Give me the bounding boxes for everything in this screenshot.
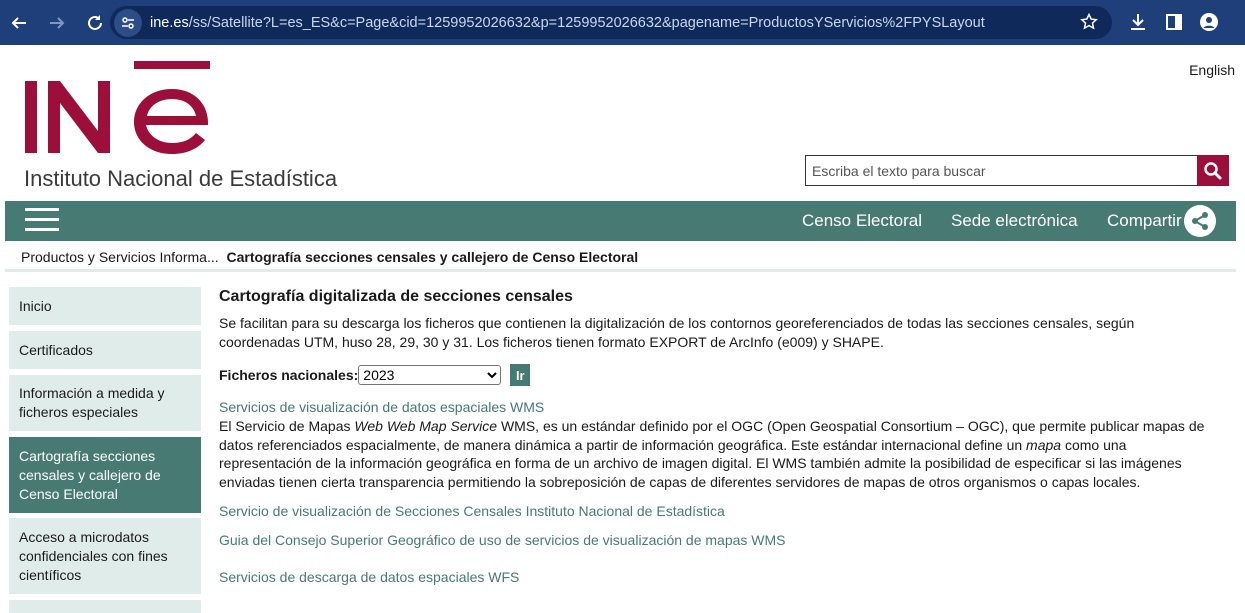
wms-link[interactable]: Servicios de visualización de datos espa… [219,399,1219,415]
url-text: ine.es/ss/Satellite?L=es_ES&c=Page&cid=1… [150,15,985,31]
nav-censo-electoral[interactable]: Censo Electoral [802,211,922,231]
nav-sede-electronica[interactable]: Sede electrónica [951,211,1078,231]
sidebar-item-partial[interactable] [9,600,201,613]
back-icon[interactable] [0,0,38,45]
browser-toolbar: ine.es/ss/Satellite?L=es_ES&c=Page&cid=1… [0,0,1245,45]
wms-paragraph: El Servicio de Mapas Web Web Map Service… [219,417,1219,491]
search-button[interactable] [1197,155,1229,186]
sidebar-item-informacion-a-medida[interactable]: Información a medida y ficheros especial… [9,375,201,431]
reload-icon[interactable] [76,0,114,45]
intro-paragraph: Se facilitan para su descarga los ficher… [219,315,1135,350]
main-navbar: Censo Electoral Sede electrónica Compart… [5,201,1236,241]
search-box [805,155,1229,186]
wms-text-part1: El Servicio de Mapas [219,418,355,434]
side-panel-icon[interactable] [1164,12,1184,32]
profile-avatar-icon[interactable] [1199,12,1219,32]
address-bar[interactable]: ine.es/ss/Satellite?L=es_ES&c=Page&cid=1… [110,6,1112,39]
english-link[interactable]: English [1189,62,1235,78]
secciones-censales-link[interactable]: Servicio de visualización de Secciones C… [219,503,1219,519]
bookmark-star-icon[interactable] [1080,13,1098,31]
breadcrumb-parent[interactable]: Productos y Servicios Informa... [21,249,219,265]
search-icon [1204,161,1222,179]
url-path: /ss/Satellite?L=es_ES&c=Page&cid=1259952… [188,14,985,31]
download-icon[interactable] [1128,12,1148,32]
main-content: Cartografía digitalizada de secciones ce… [219,288,1219,585]
site-settings-icon[interactable] [114,8,142,37]
share-icon[interactable] [1184,205,1216,237]
breadcrumb-current: Cartografía secciones censales y calleje… [226,249,639,265]
sidebar-item-certificados[interactable]: Certificados [9,331,201,369]
wms-text-emphasis2: mapa [1026,436,1062,453]
url-domain: ine.es [150,14,189,31]
forward-icon[interactable] [38,0,76,45]
go-button[interactable]: Ir [510,364,531,386]
guia-consejo-link[interactable]: Guia del Consejo Superior Geográfico de … [219,532,1219,548]
wfs-link[interactable]: Servicios de descarga de datos espaciale… [219,569,1219,585]
sidebar-item-cartografia[interactable]: Cartografía secciones censales y calleje… [9,437,201,513]
breadcrumb: Productos y Servicios Informa... Cartogr… [21,249,638,265]
wms-text-emphasis: Web Web Map Service [354,418,498,434]
page-title: Cartografía digitalizada de secciones ce… [219,288,573,305]
nav-compartir[interactable]: Compartir [1107,211,1182,231]
ficheros-row: Ficheros nacionales: 2023 Ir [219,364,1219,386]
institute-name: Instituto Nacional de Estadística [24,166,338,191]
search-input[interactable] [805,155,1197,186]
year-select[interactable]: 2023 [358,365,502,385]
ine-logo[interactable] [24,61,210,157]
ficheros-label: Ficheros nacionales: [219,367,359,383]
menu-icon[interactable] [25,208,59,234]
sidebar-item-microdatos[interactable]: Acceso a microdatos confidenciales con f… [9,518,201,594]
sidebar-item-inicio[interactable]: Inicio [9,287,201,325]
divider [5,269,1236,272]
